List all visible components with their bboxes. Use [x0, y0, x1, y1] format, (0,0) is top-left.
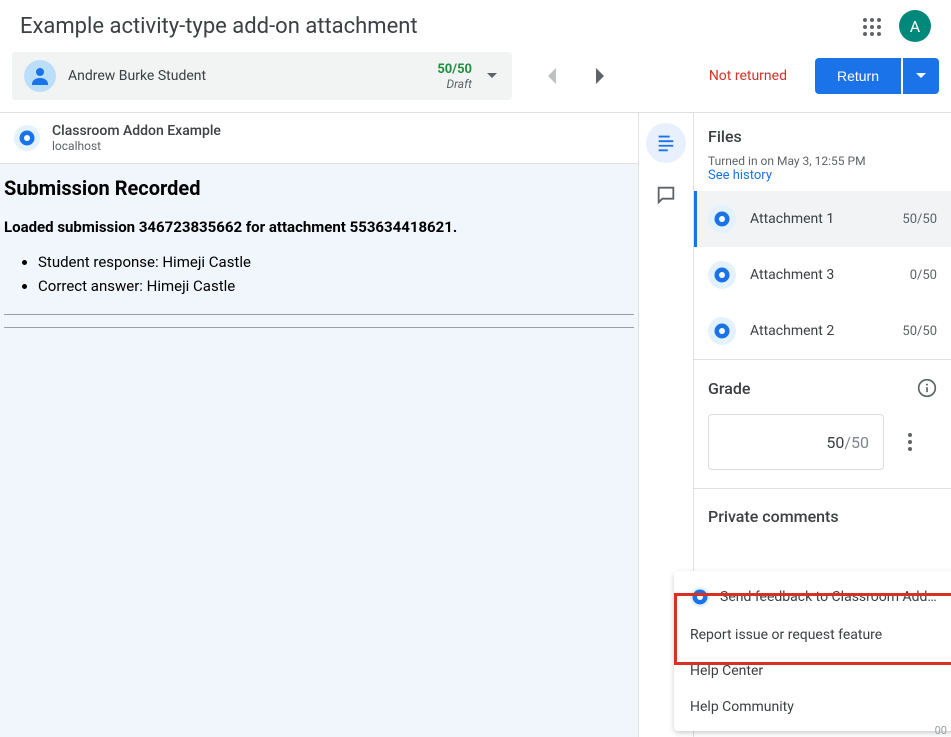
student-score: 50/50	[437, 62, 472, 77]
attachment-score: 50/50	[902, 324, 937, 339]
menu-label: Send feedback to Classroom Add…	[720, 589, 937, 605]
addon-icon	[708, 205, 736, 233]
next-student-button[interactable]	[588, 64, 612, 88]
apps-icon[interactable]	[859, 14, 883, 38]
divider	[4, 327, 634, 328]
menu-label: Help Community	[690, 699, 794, 715]
help-menu: Send feedback to Classroom Add… Report i…	[674, 571, 951, 731]
tab-files[interactable]	[646, 123, 686, 163]
addon-icon	[708, 261, 736, 289]
grade-heading: Grade	[708, 379, 750, 398]
menu-item-help-community[interactable]: Help Community	[674, 689, 951, 725]
private-comments-heading: Private comments	[694, 489, 951, 534]
addon-host: localhost	[52, 139, 221, 153]
attachment-score: 50/50	[902, 212, 937, 227]
return-status: Not returned	[709, 68, 787, 84]
addon-icon	[708, 317, 736, 345]
info-icon[interactable]	[917, 378, 937, 398]
see-history-link[interactable]: See history	[708, 168, 937, 183]
menu-item-send-feedback[interactable]: Send feedback to Classroom Add…	[674, 577, 951, 617]
grade-value: 50	[826, 433, 844, 452]
grade-input[interactable]: 50/50	[708, 414, 884, 470]
student-selector[interactable]: Andrew Burke Student 50/50 Draft	[12, 52, 512, 100]
grade-max: /50	[844, 433, 869, 452]
attachment-name: Attachment 3	[750, 267, 896, 283]
person-icon	[24, 60, 56, 92]
list-item: Student response: Himeji Castle	[38, 250, 634, 274]
addon-icon	[14, 125, 40, 151]
account-avatar[interactable]: A	[899, 10, 931, 42]
attachment-score: 0/50	[910, 268, 937, 283]
student-name: Andrew Burke Student	[68, 68, 437, 84]
submission-heading: Submission Recorded	[4, 176, 634, 200]
return-options-button[interactable]	[903, 58, 939, 94]
files-heading: Files	[708, 127, 937, 146]
chevron-down-icon	[480, 64, 504, 88]
attachment-name: Attachment 1	[750, 211, 888, 227]
menu-label: Help Center	[690, 663, 763, 679]
page-title: Example activity-type add-on attachment	[20, 14, 859, 39]
submission-details: Student response: Himeji Castle Correct …	[38, 250, 634, 298]
divider	[4, 314, 634, 315]
draft-label: Draft	[437, 77, 472, 91]
submission-loaded-line: Loaded submission 346723835662 for attac…	[4, 218, 634, 236]
grade-more-button[interactable]	[898, 430, 922, 454]
menu-label: Report issue or request feature	[690, 627, 882, 643]
corner-score: 00	[935, 724, 947, 737]
addon-icon	[690, 587, 710, 607]
attachment-row[interactable]: Attachment 3 0/50	[694, 247, 951, 303]
attachment-name: Attachment 2	[750, 323, 888, 339]
return-button[interactable]: Return	[815, 58, 901, 94]
attachment-row[interactable]: Attachment 1 50/50	[694, 191, 951, 247]
list-item: Correct answer: Himeji Castle	[38, 274, 634, 298]
prev-student-button[interactable]	[540, 64, 564, 88]
attachment-row[interactable]: Attachment 2 50/50	[694, 303, 951, 359]
menu-item-help-center[interactable]: Help Center	[674, 653, 951, 689]
menu-item-report-issue[interactable]: Report issue or request feature	[674, 617, 951, 653]
tab-comments[interactable]	[646, 175, 686, 215]
turned-in-text: Turned in on May 3, 12:55 PM	[708, 154, 937, 168]
addon-title: Classroom Addon Example	[52, 123, 221, 139]
